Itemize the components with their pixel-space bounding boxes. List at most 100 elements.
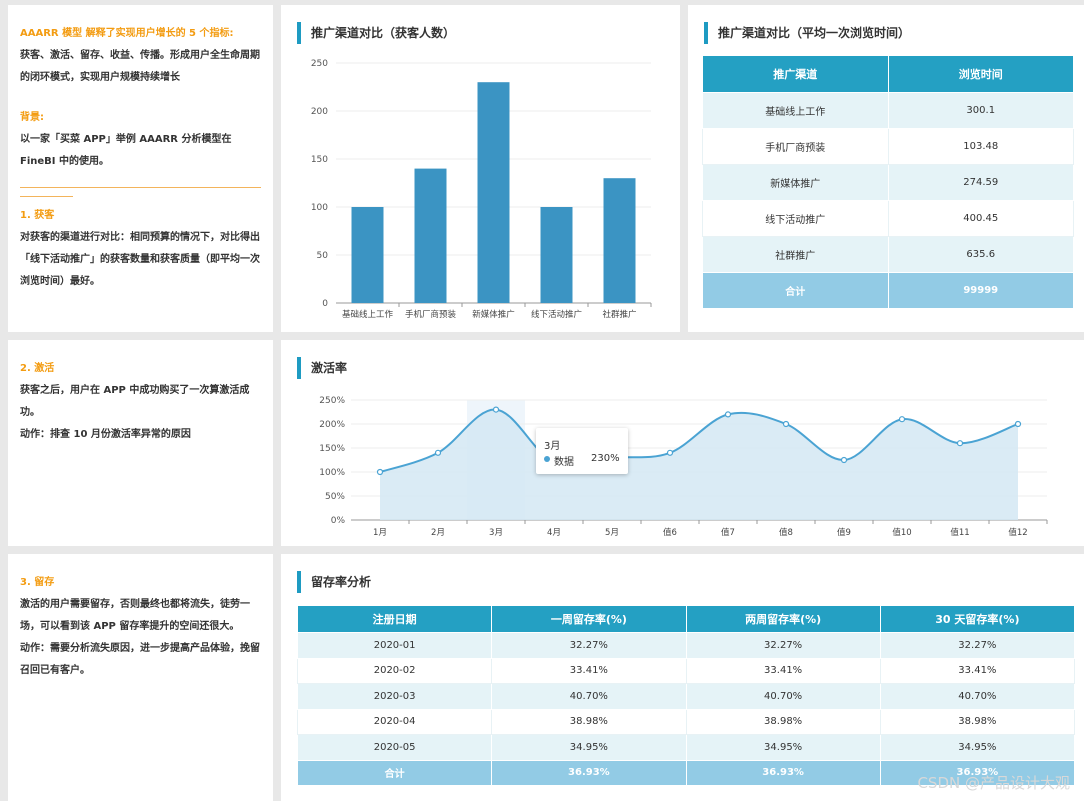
retention-cell: 2020-01 <box>296 632 493 659</box>
data-point[interactable] <box>666 449 674 456</box>
data-point[interactable] <box>492 406 500 413</box>
bar[interactable] <box>603 178 636 303</box>
x-tick-label: 值9 <box>837 527 851 538</box>
retention-table-title: 留存率分析 <box>297 571 371 593</box>
channel-cell: 基础线上工作 <box>702 92 889 129</box>
channel-row: 手机厂商预装 103.48 <box>702 128 1074 165</box>
retention-cell: 2020-05 <box>296 734 493 761</box>
retention-cell: 40.70% <box>491 683 687 710</box>
channel-row: 社群推广 635.6 <box>702 236 1074 273</box>
bar-chart-panel: 推广渠道对比（获客人数） 0 50 100 150 200 250 基础线上工作 手机厂商预装… <box>281 5 680 332</box>
intro-desc: 获客、激活、留存、收益、传播。形成用户全生命周期的闭环模式，实现用户规模持续增长 <box>20 50 260 83</box>
x-tick-label: 值8 <box>779 527 793 538</box>
30day-retention-header[interactable]: 30 天留存率(%) <box>879 605 1076 633</box>
x-tick-label: 值10 <box>892 527 911 538</box>
y-tick-label: 100% <box>319 468 345 478</box>
channel-total-cell: 合计 <box>702 272 889 309</box>
channel-table: 推广渠道 浏览时间 基础线上工作 300.1 手机厂商预装 103.48 新媒体推广 27… <box>702 55 1074 309</box>
x-tick-label: 新媒体推广 <box>472 309 515 320</box>
channel-cell: 社群推广 <box>702 236 889 273</box>
retention-total-cell: 合计 <box>296 759 493 786</box>
retention-cell: 32.27% <box>685 632 881 659</box>
divider <box>20 187 261 188</box>
tooltip-header: 3月 <box>544 441 561 452</box>
retention-total-cell: 36.93% <box>491 759 687 786</box>
activation-text: 获客之后，用户在 APP 中成功购买了一次算激活成功。 <box>20 385 250 418</box>
activation-area-chart: 0% 50% 100% 150% 200% 250% 1月 2月 3月 4月 5月 值6 值7 值8 值9 值… <box>319 396 1048 538</box>
y-tick-label: 50 <box>317 251 329 261</box>
watermark: CSDN @产品设计大观 <box>917 774 1070 792</box>
retention-title: 3. 留存 <box>20 577 55 588</box>
retention-cell: 33.41% <box>879 657 1076 684</box>
channel-cell: 线下活动推广 <box>702 200 889 237</box>
retention-row: 2020-04 38.98% 38.98% 38.98% <box>296 708 1076 735</box>
retention-cell: 2020-02 <box>296 657 493 684</box>
retention-row: 2020-01 32.27% 32.27% 32.27% <box>296 632 1076 659</box>
channel-header[interactable]: 推广渠道 <box>702 55 889 93</box>
retention-cell: 40.70% <box>685 683 881 710</box>
tooltip-value: 230% <box>591 453 620 464</box>
y-tick-label: 150% <box>319 444 345 454</box>
week-retention-header[interactable]: 一周留存率(%) <box>491 605 687 633</box>
data-point[interactable] <box>898 416 906 423</box>
retention-cell: 38.98% <box>491 708 687 735</box>
y-tick-label: 200% <box>319 420 345 430</box>
activation-action: 动作：排查 10 月份激活率异常的原因 <box>20 429 191 440</box>
x-tick-label: 基础线上工作 <box>342 309 394 320</box>
section-acquisition-text: 对获客的渠道进行对比：相同预算的情况下，对比得出「线下活动推广」的获客数量和获客… <box>20 232 260 287</box>
channel-cell: 103.48 <box>887 128 1074 165</box>
data-point[interactable] <box>434 449 442 456</box>
acquisition-bar-chart: 0 50 100 150 200 250 基础线上工作 手机厂商预装 新媒体推广 线下活动推广 社群… <box>311 59 652 320</box>
y-tick-label: 100 <box>311 203 328 213</box>
retention-cell: 32.27% <box>491 632 687 659</box>
section-acquisition-title: 1. 获客 <box>20 210 55 221</box>
data-point[interactable] <box>724 411 732 418</box>
y-tick-label: 150 <box>311 155 328 165</box>
channel-cell: 635.6 <box>887 236 1074 273</box>
channel-cell: 手机厂商预装 <box>702 128 889 165</box>
intro-text: AAARR 模型 解释了实现用户增长的 5 个指标: 获客、激活、留存、收益、传… <box>20 23 261 293</box>
x-tick-label: 线下活动推广 <box>531 309 582 320</box>
retention-cell: 34.95% <box>879 734 1076 761</box>
y-tick-label: 250% <box>319 396 345 406</box>
y-tick-label: 200 <box>311 107 328 117</box>
x-tick-label: 值7 <box>721 527 735 538</box>
retention-table-panel: 留存率分析 注册日期 一周留存率(%) 两周留存率(%) 30 天留存率(%) … <box>281 554 1084 801</box>
data-point[interactable] <box>1014 420 1022 428</box>
two-week-retention-header[interactable]: 两周留存率(%) <box>685 605 881 633</box>
x-tick-label: 1月 <box>373 528 387 538</box>
x-tick-label: 4月 <box>547 528 561 538</box>
browse-time-header[interactable]: 浏览时间 <box>887 55 1074 93</box>
bar[interactable] <box>351 207 384 303</box>
data-point[interactable] <box>782 420 790 428</box>
channel-total-row: 合计 99999 <box>702 272 1074 309</box>
retention-note-panel: 3. 留存 激活的用户需要留存，否则最终也都将流失，徒劳一场，可以看到该 APP… <box>8 554 273 801</box>
x-tick-label: 值6 <box>663 527 677 538</box>
data-point[interactable] <box>840 456 848 464</box>
channel-row: 新媒体推广 274.59 <box>702 164 1074 201</box>
retention-row: 2020-02 33.41% 33.41% 33.41% <box>296 657 1076 684</box>
bar[interactable] <box>477 82 510 303</box>
intro-heading: AAARR 模型 解释了实现用户增长的 5 个指标: <box>20 28 234 39</box>
activation-note-panel: 2. 激活 获客之后，用户在 APP 中成功购买了一次算激活成功。 动作：排查 … <box>8 340 273 546</box>
channel-row: 基础线上工作 300.1 <box>702 92 1074 129</box>
data-point[interactable] <box>956 440 964 447</box>
retention-cell: 38.98% <box>879 708 1076 735</box>
intro-panel: AAARR 模型 解释了实现用户增长的 5 个指标: 获客、激活、留存、收益、传… <box>8 5 273 332</box>
activation-title: 2. 激活 <box>20 363 55 374</box>
bar[interactable] <box>414 168 447 303</box>
bar[interactable] <box>540 207 573 303</box>
retention-cell: 33.41% <box>685 657 881 684</box>
x-tick-label: 值11 <box>950 527 969 538</box>
retention-row: 2020-03 40.70% 40.70% 40.70% <box>296 683 1076 710</box>
data-point[interactable] <box>376 468 384 476</box>
channel-cell: 新媒体推广 <box>702 164 889 201</box>
x-tick-label: 社群推广 <box>602 309 636 320</box>
retention-table: 注册日期 一周留存率(%) 两周留存率(%) 30 天留存率(%) 2020-0… <box>296 605 1076 786</box>
background-label: 背景: <box>20 112 44 123</box>
divider-short <box>20 196 73 197</box>
reg-date-header[interactable]: 注册日期 <box>296 605 493 633</box>
retention-cell: 34.95% <box>685 734 881 761</box>
retention-cell: 32.27% <box>879 632 1076 659</box>
retention-total-cell: 36.93% <box>685 759 881 786</box>
